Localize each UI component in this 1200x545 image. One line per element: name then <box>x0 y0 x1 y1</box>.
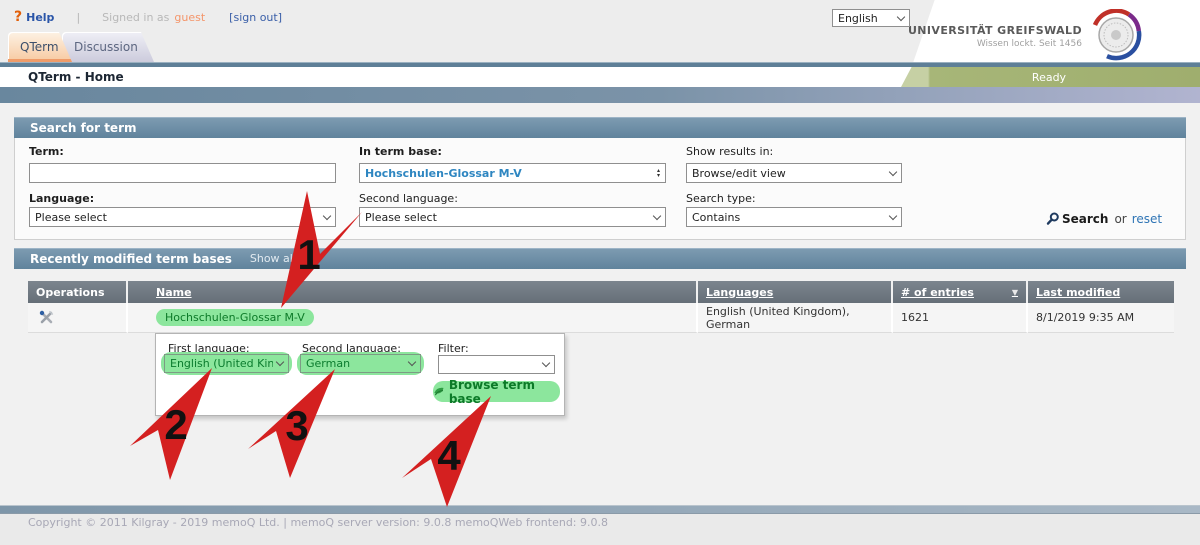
termbases-panel-header: Recently modified term bases Show all (1… <box>14 248 1186 269</box>
help-icon: ? <box>14 9 22 25</box>
name-cell: Hochschulen-Glossar M-V <box>128 303 698 333</box>
show-all-link[interactable]: Show all (1) <box>250 252 315 265</box>
gradient-bar <box>0 87 1200 103</box>
col-languages[interactable]: Languages <box>698 281 893 303</box>
search-type-select[interactable]: Contains <box>686 207 902 227</box>
col-entries[interactable]: # of entries ▼ <box>893 281 1028 303</box>
or-text: or <box>1114 212 1126 226</box>
tab-qterm-label: QTerm <box>20 40 59 54</box>
help-area: ? Help | Signed in as guest [sign out] <box>14 9 282 25</box>
col-name[interactable]: Name <box>128 281 698 303</box>
top-bar: UNIVERSITÄT GREIFSWALD Wissen lockt. Sei… <box>0 0 1200 62</box>
languages-cell: English (United Kingdom), German <box>698 303 893 333</box>
chevron-down-icon <box>897 12 905 20</box>
separator: | <box>76 11 80 24</box>
termbase-select[interactable]: Hochschulen-Glossar M-V ▴▾ <box>359 163 666 183</box>
search-type-value: Contains <box>692 211 740 224</box>
breadcrumb-row: QTerm - Home Ready <box>0 67 1200 87</box>
tools-icon[interactable] <box>38 309 55 326</box>
sort-desc-icon[interactable]: ▼ <box>1012 288 1018 297</box>
username: guest <box>174 11 205 24</box>
browse-term-base-link[interactable]: Browse term base <box>433 381 560 402</box>
footer-text: Copyright © 2011 Kilgray - 2019 memoQ Lt… <box>28 516 608 529</box>
tab-discussion[interactable]: Discussion <box>62 32 154 62</box>
entries-cell: 1621 <box>893 303 1028 333</box>
term-base-icon <box>433 385 445 398</box>
search-icon <box>1046 212 1060 226</box>
language-value: Please select <box>35 211 107 224</box>
footer-bar <box>0 505 1200 514</box>
tab-discussion-label: Discussion <box>74 40 138 54</box>
show-results-label: Show results in: <box>686 145 773 158</box>
chevron-down-icon <box>323 211 331 219</box>
termbase-label: In term base: <box>359 145 442 158</box>
ui-language-select[interactable]: English <box>832 9 910 27</box>
help-link[interactable]: Help <box>26 11 54 24</box>
university-logo: UNIVERSITÄT GREIFSWALD Wissen lockt. Sei… <box>908 24 1082 49</box>
reset-link[interactable]: reset <box>1132 212 1162 226</box>
sign-out-link[interactable]: [sign out] <box>229 11 282 24</box>
first-language-value: English (United Kin <box>170 357 273 370</box>
termbase-value: Hochschulen-Glossar M-V <box>365 167 522 180</box>
search-button[interactable]: Search <box>1062 212 1108 226</box>
second-language-highlight: German <box>297 352 424 375</box>
first-language-highlight: English (United Kin <box>161 352 292 375</box>
termbases-table: Operations Name Languages # of entries ▼… <box>28 281 1174 333</box>
signed-in-text: Signed in as <box>102 11 169 24</box>
page-content: Search for term Term: Language: Please s… <box>0 103 1200 505</box>
breadcrumb: QTerm - Home <box>28 70 124 84</box>
second-language-value: Please select <box>365 211 437 224</box>
search-panel-title: Search for term <box>14 121 137 135</box>
second-language-value-popup: German <box>306 357 350 370</box>
table-header-row: Operations Name Languages # of entries ▼… <box>28 281 1174 303</box>
filter-select[interactable] <box>438 355 555 374</box>
browse-term-base-label: Browse term base <box>449 378 560 406</box>
status-text: Ready <box>1032 71 1066 84</box>
first-language-select[interactable]: English (United Kin <box>164 354 289 373</box>
second-language-select[interactable]: Please select <box>359 207 666 227</box>
col-operations: Operations <box>28 281 128 303</box>
term-input[interactable] <box>29 163 336 183</box>
chevron-down-icon <box>889 167 897 175</box>
termbase-name-link[interactable]: Hochschulen-Glossar M-V <box>156 309 314 326</box>
language-select[interactable]: Please select <box>29 207 336 227</box>
chevron-down-icon <box>889 211 897 219</box>
show-results-value: Browse/edit view <box>692 167 786 180</box>
language-label: Language: <box>29 192 94 205</box>
updown-arrows-icon: ▴▾ <box>657 168 660 178</box>
chevron-down-icon <box>408 358 416 366</box>
second-language-label: Second language: <box>359 192 458 205</box>
show-results-select[interactable]: Browse/edit view <box>686 163 902 183</box>
modified-cell: 8/1/2019 9:35 AM <box>1028 303 1174 333</box>
ui-language-value: English <box>838 12 878 25</box>
search-panel: Search for term Term: Language: Please s… <box>14 117 1186 240</box>
table-row: Hochschulen-Glossar M-V English (United … <box>28 303 1174 333</box>
logo-subtitle: Wissen lockt. Seit 1456 <box>908 39 1082 49</box>
chevron-down-icon <box>276 358 284 366</box>
logo-title: UNIVERSITÄT GREIFSWALD <box>908 24 1082 37</box>
search-type-label: Search type: <box>686 192 756 205</box>
second-language-select-popup[interactable]: German <box>300 354 421 373</box>
operations-cell <box>28 303 128 333</box>
term-label: Term: <box>29 145 64 158</box>
search-panel-header: Search for term <box>14 117 1186 138</box>
search-actions: Search or reset <box>1046 212 1162 226</box>
termbases-panel-title: Recently modified term bases <box>14 252 232 266</box>
col-last-modified[interactable]: Last modified <box>1028 281 1174 303</box>
filter-label: Filter: <box>438 342 469 355</box>
col-entries-label: # of entries <box>901 286 974 299</box>
browse-popup: First language: Second language: Filter:… <box>155 333 565 416</box>
search-panel-body: Term: Language: Please select In term ba… <box>14 138 1186 240</box>
university-seal-icon <box>1090 9 1142 61</box>
chevron-down-icon <box>542 359 550 367</box>
status-bar: Ready <box>898 67 1200 87</box>
chevron-down-icon <box>653 211 661 219</box>
